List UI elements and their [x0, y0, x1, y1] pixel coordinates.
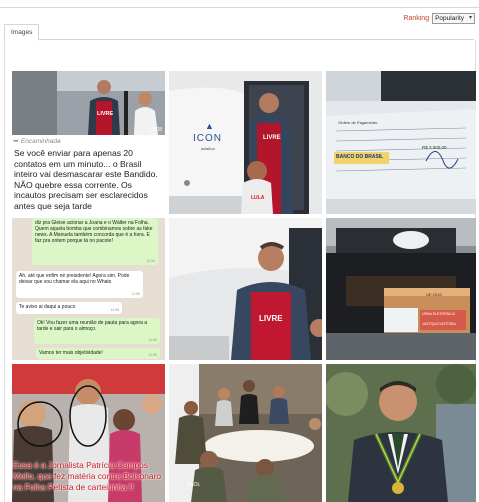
aircraft-logo-subtext: aviation [201, 146, 215, 151]
image-grid: LIVRE 19:08 ➥ Encaminhada Se você enviar… [4, 40, 476, 502]
shirt-text: LIVRE [97, 111, 114, 117]
doc-header: Ordem de Pagamento [338, 120, 378, 125]
ranking-control: Ranking Popularity [403, 13, 475, 24]
tab-images[interactable]: Images [4, 24, 40, 41]
meme-caption: Essa é a Jornalista Patrícia Campos Mell… [13, 460, 162, 492]
message-text: Se você enviar para apenas 20 contatos e… [14, 148, 158, 211]
top-divider [0, 7, 479, 8]
shirt-text: LIVRE [259, 314, 283, 323]
chat-message-1: diz pra Gleise acionar a Joana e o Wálte… [32, 218, 158, 265]
image-tile-8[interactable]: PSOL [169, 364, 322, 502]
video-duration: 19:08 [149, 127, 162, 133]
jet-photo [169, 71, 322, 214]
sign-text: PSOL [187, 482, 201, 488]
image-tile-9[interactable] [326, 364, 476, 502]
tab-bar: Images [4, 24, 474, 41]
chat-message-4: Ok! Vou fazer uma reunião de pauta para … [34, 318, 160, 344]
shirt-text-2: LULA [251, 195, 265, 201]
ranking-label: Ranking [403, 15, 430, 22]
forwarded-row: ➥ Encaminhada [13, 137, 61, 146]
image-tile-2[interactable]: ▲ ICON aviation LIVRE LULA [169, 71, 322, 214]
image-tile-6[interactable]: URNA ELETRÔNICA JUSTIÇA ELEITORAL UE 201… [326, 218, 476, 360]
image-tile-5[interactable]: LIVRE [169, 218, 322, 360]
check-photo [326, 71, 476, 214]
aircraft-logo-text: ICON [193, 133, 222, 144]
box-label-2: JUSTIÇA ELEITORAL [422, 322, 457, 326]
video-thumbnail [12, 71, 165, 135]
aircraft-logo-icon: ▲ [205, 121, 214, 131]
forward-arrow-icon: ➥ [13, 138, 19, 145]
check-amount: R$ 3.000,00 [422, 145, 447, 150]
image-tile-4[interactable]: diz pra Gleise acionar a Joana e o Wálte… [12, 218, 165, 360]
man-photo [169, 218, 322, 360]
box-code: UE 2015 [426, 292, 442, 297]
shirt-text: LIVRE [263, 135, 281, 141]
ballot-box-photo [326, 218, 476, 360]
image-tile-7[interactable]: Essa é a Jornalista Patrícia Campos Mell… [12, 364, 165, 502]
bank-name: BANCO DO BRASIL [336, 154, 384, 160]
image-tile-1[interactable]: LIVRE 19:08 ➥ Encaminhada Se você enviar… [12, 71, 165, 214]
forwarded-label: Encaminhada [20, 137, 61, 145]
chat-message-2: Ah, até que enfim né presidente! Agora s… [16, 271, 143, 298]
ranking-select[interactable]: Popularity [432, 13, 475, 24]
chat-message-3: Te aviso ai daqui a pouco 11:55 [16, 302, 122, 314]
chat-message-5: Vamos ter mais objetividade! 11:56 [36, 348, 160, 359]
portrait-photo [326, 364, 476, 502]
image-tile-3[interactable]: Ordem de Pagamento BANCO DO BRASIL R$ 3.… [326, 71, 476, 214]
box-label: URNA ELETRÔNICA [422, 312, 456, 316]
